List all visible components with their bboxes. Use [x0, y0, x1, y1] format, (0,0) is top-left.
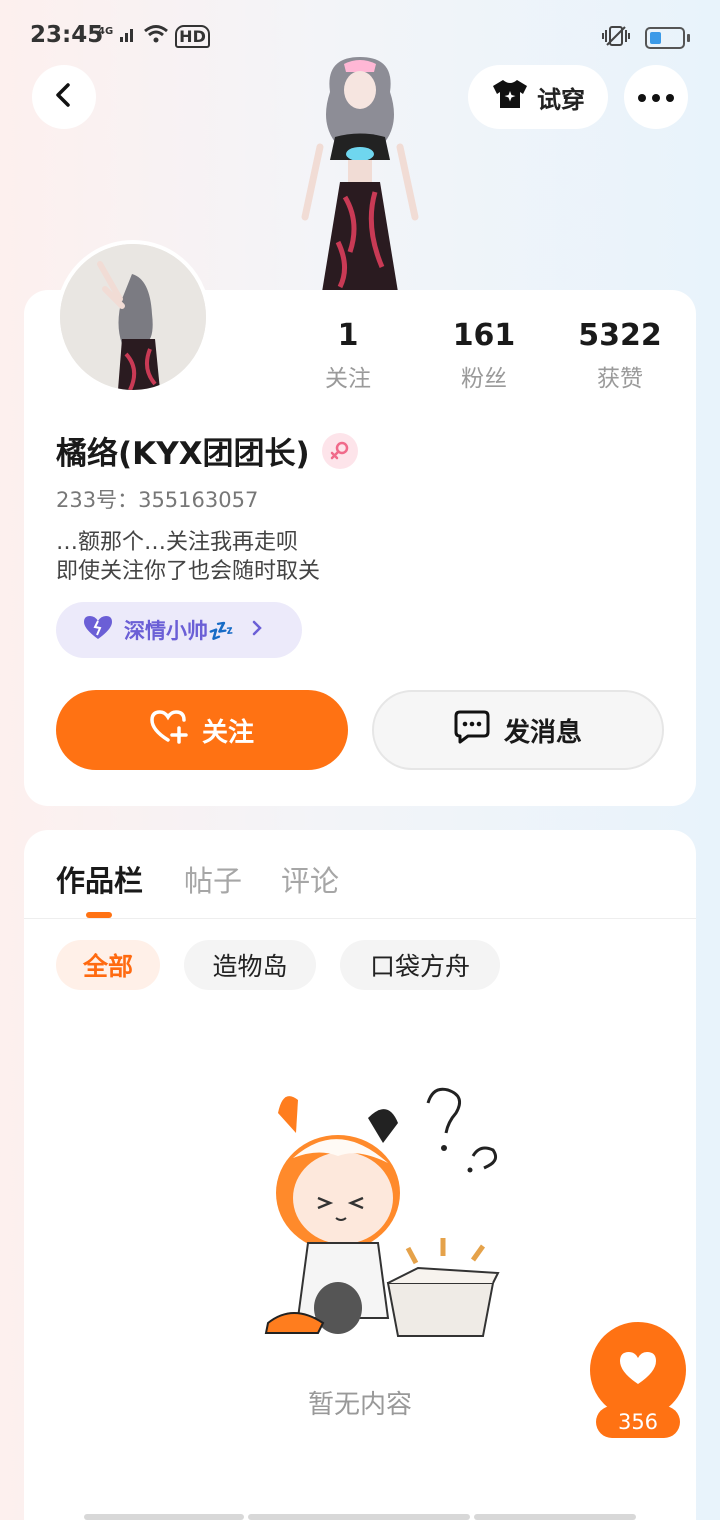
avatar[interactable] — [56, 240, 210, 394]
try-on-button[interactable]: 试穿 — [468, 65, 608, 129]
tabs-divider — [24, 918, 696, 919]
title-badge-label: 深情小帅💤 — [124, 619, 235, 643]
list-placeholder-bar — [248, 1514, 470, 1520]
bio: …额那个…关注我再走呗 即使关注你了也会随时取关 — [56, 528, 320, 586]
username-row: 橘络(KYX团团长) — [56, 428, 358, 473]
chevron-right-icon — [250, 618, 264, 642]
status-icons-left: 4G HD — [98, 24, 210, 48]
bio-line-2: 即使关注你了也会随时取关 — [56, 559, 321, 584]
battery-icon — [645, 27, 685, 49]
more-options-button[interactable] — [624, 65, 688, 129]
tshirt-icon — [491, 78, 529, 116]
heart-icon — [617, 1349, 659, 1391]
hd-icon: HD — [175, 24, 210, 48]
status-time: 23:45 — [30, 22, 104, 48]
vibrate-icon — [601, 24, 631, 52]
following-count: 1 — [337, 318, 359, 353]
list-placeholder-bar — [474, 1514, 636, 1520]
username: 橘络(KYX团团长) — [56, 436, 310, 472]
more-dots-icon — [637, 88, 675, 107]
avatar-image — [60, 244, 206, 390]
chevron-left-icon — [51, 82, 77, 112]
battery-tip — [687, 34, 690, 42]
heart-plus-icon — [150, 709, 188, 751]
female-icon — [321, 432, 358, 469]
purple-heart-icon — [82, 615, 114, 646]
user-id: 233号：355163057 — [56, 488, 259, 512]
filter-all[interactable]: 全部 — [56, 940, 160, 990]
chat-bubble-icon — [454, 710, 490, 751]
tab-works[interactable]: 作品栏 — [56, 858, 143, 900]
likes-count: 5322 — [578, 318, 662, 353]
try-on-label: 试穿 — [537, 85, 585, 114]
follow-button[interactable]: 关注 — [56, 690, 348, 770]
avatar-character-illustration — [301, 57, 419, 292]
filter-pocket-ark[interactable]: 口袋方舟 — [340, 940, 500, 990]
signal-icon — [119, 25, 137, 47]
bio-line-1: …额那个…关注我再走呗 — [56, 530, 299, 555]
list-placeholder-bar — [84, 1514, 244, 1520]
status-icons-right — [601, 24, 690, 52]
send-message-button[interactable]: 发消息 — [372, 690, 664, 770]
follow-label: 关注 — [201, 717, 254, 748]
network-type: 4G — [98, 25, 114, 37]
back-button[interactable] — [32, 65, 96, 129]
stat-followers[interactable]: 161 粉丝 — [424, 318, 544, 393]
tab-comments[interactable]: 评论 — [281, 858, 339, 900]
message-label: 发消息 — [503, 717, 582, 748]
filter-creation-island[interactable]: 造物岛 — [184, 940, 316, 990]
followers-count: 161 — [452, 318, 516, 353]
followers-label: 粉丝 — [461, 366, 507, 392]
tab-posts[interactable]: 帖子 — [184, 858, 242, 900]
following-label: 关注 — [325, 366, 371, 392]
like-button[interactable] — [590, 1322, 686, 1418]
title-badge[interactable]: 深情小帅💤 — [56, 602, 302, 658]
empty-state-illustration — [264, 1087, 500, 1337]
likes-label: 获赞 — [597, 366, 643, 392]
wifi-icon — [143, 24, 169, 48]
stat-likes[interactable]: 5322 获赞 — [560, 318, 680, 393]
stat-following[interactable]: 1 关注 — [288, 318, 408, 393]
like-count: 356 — [596, 1406, 680, 1438]
